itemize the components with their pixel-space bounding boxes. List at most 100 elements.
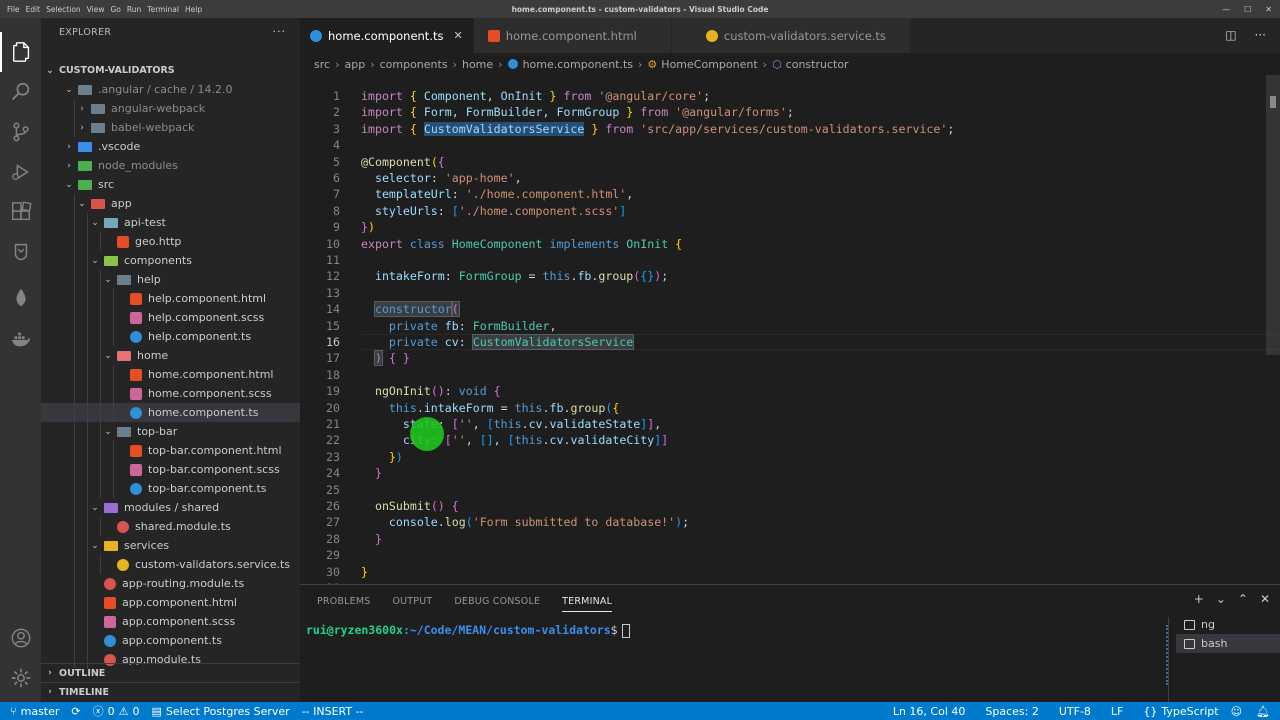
tree-folder[interactable]: ⌄ app <box>41 194 300 213</box>
tab-custom-validators-service[interactable]: custom-validators.service.ts <box>671 18 911 53</box>
tree-folder[interactable]: › node_modules <box>41 156 300 175</box>
encoding[interactable]: UTF-8 <box>1053 705 1105 718</box>
tree-folder[interactable]: ⌄ api-test <box>41 213 300 232</box>
terminal-item-bash[interactable]: bash <box>1176 634 1280 653</box>
postgres-selector[interactable]: ▤ Select Postgres Server <box>146 705 296 718</box>
end-of-line[interactable]: LF <box>1105 705 1137 718</box>
language-mode[interactable]: {} TypeScript <box>1137 705 1224 718</box>
tree-file[interactable]: custom-validators.service.ts <box>41 555 300 574</box>
tree-file[interactable]: home.component.ts <box>41 403 300 422</box>
tree-file[interactable]: shared.module.ts <box>41 517 300 536</box>
account-icon[interactable] <box>0 618 41 658</box>
close-tab-icon[interactable]: ✕ <box>453 29 462 42</box>
tree-folder[interactable]: › angular-webpack <box>41 99 300 118</box>
more-editor-actions-icon[interactable]: ··· <box>1255 28 1266 42</box>
maximize-icon[interactable]: ☐ <box>1244 5 1251 14</box>
explorer-root-folder[interactable]: ⌄ CUSTOM-VALIDATORS <box>41 61 300 80</box>
outline-section[interactable]: › OUTLINE <box>41 663 300 682</box>
code-editor[interactable]: 1 import { Component, OnInit } from '@ang… <box>300 89 1280 584</box>
extensions-icon[interactable] <box>0 192 41 232</box>
menu-help[interactable]: Help <box>182 5 205 14</box>
tree-file[interactable]: app.component.scss <box>41 612 300 631</box>
tree-folder[interactable]: › .vscode <box>41 137 300 156</box>
tree-folder[interactable]: ⌄ services <box>41 536 300 555</box>
sync-button[interactable]: ⟳ <box>65 705 86 718</box>
cursor-position[interactable]: Ln 16, Col 40 <box>887 705 980 718</box>
tree-file[interactable]: home.component.html <box>41 365 300 384</box>
tree-folder[interactable]: ⌄ help <box>41 270 300 289</box>
tree-folder[interactable]: ⌄ home <box>41 346 300 365</box>
source-control-icon[interactable] <box>0 112 41 152</box>
docker-icon[interactable] <box>0 320 41 360</box>
code-text: } <box>374 466 382 481</box>
menu-terminal[interactable]: Terminal <box>144 5 182 14</box>
tree-folder[interactable]: ⌄ top-bar <box>41 422 300 441</box>
search-icon[interactable] <box>0 72 41 112</box>
mongodb-icon[interactable] <box>0 278 41 318</box>
warning-icon: ⚠ <box>118 704 129 718</box>
tree-file[interactable]: help.component.scss <box>41 308 300 327</box>
breadcrumb-item[interactable]: home <box>462 58 493 71</box>
tree-folder[interactable]: ⌄ src <box>41 175 300 194</box>
tree-file[interactable]: app.component.html <box>41 593 300 612</box>
terminal-dropdown-icon[interactable]: ⌄ <box>1216 592 1226 606</box>
tree-folder[interactable]: › babel-webpack <box>41 118 300 137</box>
tab-debug-console[interactable]: DEBUG CONSOLE <box>454 596 540 607</box>
menu-file[interactable]: File <box>4 5 23 14</box>
settings-gear-icon[interactable] <box>0 658 41 698</box>
run-debug-icon[interactable] <box>0 152 41 192</box>
explorer-icon[interactable] <box>0 32 41 72</box>
tree-file[interactable]: help.component.html <box>41 289 300 308</box>
notifications-button[interactable]: 🔔︎ <box>1250 705 1280 718</box>
tab-output[interactable]: OUTPUT <box>392 596 432 607</box>
menu-go[interactable]: Go <box>107 5 123 14</box>
close-window-icon[interactable]: ✕ <box>1265 5 1272 14</box>
indent-guide <box>74 536 75 555</box>
tree-file[interactable]: app-routing.module.ts <box>41 574 300 593</box>
tree-item-label: services <box>124 539 170 552</box>
tree-file[interactable]: top-bar.component.ts <box>41 479 300 498</box>
editor-scrollbar[interactable] <box>1266 75 1280 355</box>
tree-file[interactable]: top-bar.component.html <box>41 441 300 460</box>
new-terminal-icon[interactable]: + <box>1194 592 1204 606</box>
breadcrumb-item[interactable]: src <box>314 58 330 71</box>
test-icon[interactable] <box>0 232 41 272</box>
feedback-button[interactable]: ☺ <box>1225 705 1250 718</box>
tab-problems[interactable]: PROBLEMS <box>317 596 370 607</box>
split-editor-icon[interactable]: ◫ <box>1225 28 1236 42</box>
menu-run[interactable]: Run <box>124 5 144 14</box>
tree-folder[interactable]: ⌄ .angular / cache / 14.2.0 <box>41 80 300 99</box>
indent-guide <box>87 251 88 270</box>
menu-edit[interactable]: Edit <box>23 5 44 14</box>
timeline-section[interactable]: › TIMELINE <box>41 682 300 701</box>
chevron-down-icon: ⌄ <box>65 84 73 95</box>
tree-file[interactable]: help.component.ts <box>41 327 300 346</box>
breadcrumb-item[interactable]: home.component.ts <box>523 58 633 71</box>
indentation[interactable]: Spaces: 2 <box>979 705 1052 718</box>
tree-folder[interactable]: ⌄ components <box>41 251 300 270</box>
problems-status[interactable]: ⓧ 0 ⚠ 0 <box>87 703 146 719</box>
breadcrumb-item[interactable]: components <box>380 58 448 71</box>
terminal-item-ng[interactable]: ng <box>1176 615 1280 634</box>
breadcrumb-item[interactable]: HomeComponent <box>661 58 757 71</box>
tab-home-component-ts[interactable]: home.component.ts ✕ <box>300 18 474 53</box>
tree-file[interactable]: top-bar.component.scss <box>41 460 300 479</box>
tree-file[interactable]: home.component.scss <box>41 384 300 403</box>
close-panel-icon[interactable]: ✕ <box>1260 592 1270 606</box>
menu-selection[interactable]: Selection <box>43 5 84 14</box>
tree-file[interactable]: app.component.ts <box>41 631 300 650</box>
git-branch[interactable]: ⑂ master <box>0 705 65 718</box>
maximize-panel-icon[interactable]: ⌃ <box>1238 592 1248 606</box>
tree-file[interactable]: geo.http <box>41 232 300 251</box>
breadcrumb-item[interactable]: app <box>344 58 365 71</box>
terminal-output[interactable]: rui@ryzen3600x:~/Code/MEAN/custom-valida… <box>306 623 630 638</box>
minimize-icon[interactable]: — <box>1222 5 1230 14</box>
tree-folder[interactable]: ⌄ modules / shared <box>41 498 300 517</box>
menu-view[interactable]: View <box>84 5 108 14</box>
html-file-icon <box>130 368 142 381</box>
breadcrumb-item[interactable]: constructor <box>786 58 849 71</box>
tab-home-component-html[interactable]: home.component.html <box>473 18 672 53</box>
more-actions-icon[interactable]: ··· <box>273 25 287 38</box>
folder-icon <box>104 502 118 513</box>
tab-terminal[interactable]: TERMINAL <box>562 591 613 612</box>
